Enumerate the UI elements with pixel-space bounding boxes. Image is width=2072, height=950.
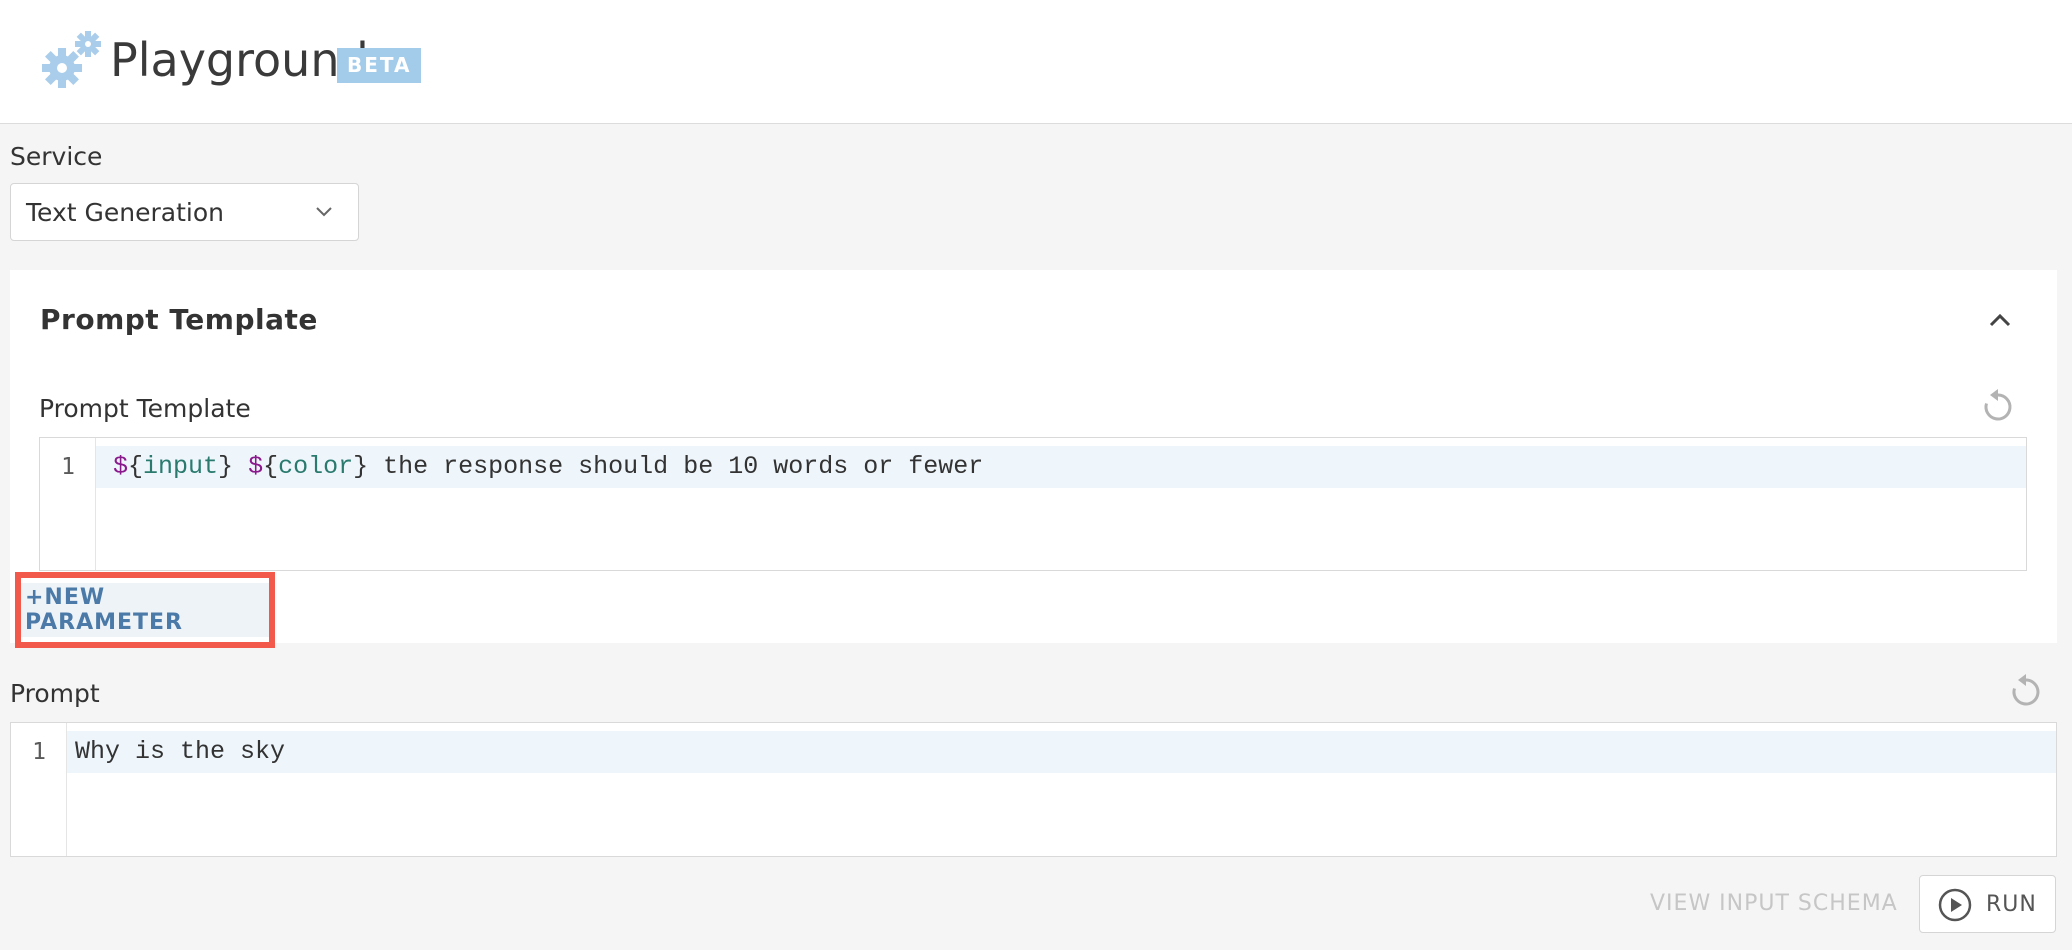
run-label: RUN	[1986, 892, 2037, 917]
service-label: Service	[10, 142, 103, 171]
view-input-schema-link[interactable]: VIEW INPUT SCHEMA	[1650, 889, 1898, 919]
chevron-down-icon	[316, 207, 332, 217]
prompt-template-panel: Prompt Template Prompt Template 1 ${inpu…	[10, 270, 2057, 648]
new-parameter-button[interactable]: +NEW PARAMETER	[21, 583, 269, 637]
code-token-dollar: $	[248, 452, 264, 481]
prompt-label: Prompt	[10, 679, 100, 708]
reset-icon[interactable]	[2007, 673, 2045, 711]
new-parameter-highlight: +NEW PARAMETER	[15, 572, 275, 648]
page-title: Playground	[110, 33, 369, 87]
run-button[interactable]: RUN	[1919, 875, 2056, 933]
code-token-plain: the response should be 10 words or fewer	[368, 452, 984, 481]
template-code: ${input} ${color} the response should be…	[113, 446, 983, 488]
active-line	[11, 731, 2056, 773]
prompt-template-label: Prompt Template	[39, 394, 251, 423]
prompt-template-editor[interactable]: 1 ${input} ${color} the response should …	[39, 437, 2027, 571]
prompt-code: Why is the sky	[75, 737, 286, 766]
code-token-brace: }	[353, 452, 369, 481]
code-token-brace: {	[263, 452, 279, 481]
play-icon	[1938, 888, 1972, 922]
service-select[interactable]: Text Generation	[10, 183, 359, 241]
reset-icon[interactable]	[1979, 388, 2017, 426]
chevron-up-icon[interactable]	[1986, 306, 2014, 334]
prompt-editor[interactable]: 1 Why is the sky	[10, 722, 2057, 857]
service-selected-value: Text Generation	[26, 198, 224, 227]
panel-title: Prompt Template	[40, 303, 318, 336]
line-number: 1	[61, 454, 75, 480]
beta-badge: BETA	[337, 48, 422, 83]
top-bar: Playground BETA	[0, 0, 2072, 124]
code-token-brace: }	[218, 452, 234, 481]
code-token-var: color	[278, 452, 354, 481]
code-token-var: input	[143, 452, 219, 481]
line-number: 1	[32, 739, 46, 765]
code-token-brace: {	[128, 452, 144, 481]
code-token-dollar: $	[113, 452, 129, 481]
gears-icon	[42, 31, 101, 88]
